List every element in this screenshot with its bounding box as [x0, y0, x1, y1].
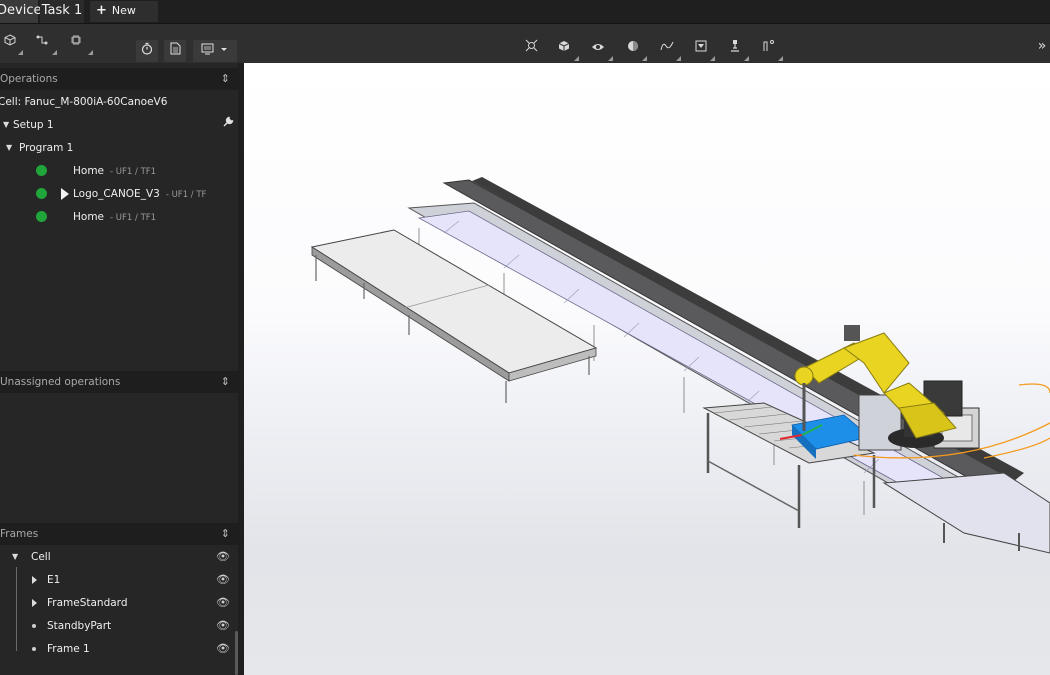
dropdown-corner-indicator — [676, 56, 681, 61]
dropdown-corner-indicator — [778, 56, 783, 61]
main-toolbar: » — [0, 24, 1050, 63]
dropdown-corner-indicator — [88, 50, 93, 55]
chip-icon[interactable] — [66, 32, 86, 52]
operation-row[interactable]: Home - UF1 / TF1 — [0, 161, 238, 181]
section-box-icon[interactable] — [691, 38, 711, 58]
eye-hidden-icon[interactable]: 👁 — [216, 639, 230, 659]
3d-viewport[interactable] — [244, 63, 1050, 675]
operation-label: Home - UF1 / TF1 — [73, 211, 157, 223]
frame-row[interactable]: StandbyPart 👁 — [0, 616, 238, 636]
frame-row[interactable]: Frame 1 👁 — [0, 639, 238, 659]
frame-label: StandbyPart — [47, 620, 112, 632]
monitor-dropdown-button[interactable] — [193, 40, 237, 62]
program-label: Program 1 — [19, 142, 74, 154]
leaf-bullet-icon — [32, 624, 36, 628]
status-ok-icon — [36, 165, 47, 176]
frame-label: FrameStandard — [47, 597, 128, 609]
fit-view-icon[interactable] — [521, 38, 541, 58]
caret-down-icon[interactable]: ▼ — [12, 547, 18, 567]
dropdown-corner-indicator — [642, 56, 647, 61]
status-ok-icon — [36, 211, 47, 222]
plus-icon: + — [96, 3, 107, 18]
pin-icon[interactable]: ⇕ — [221, 68, 230, 90]
frames-tree: ▼ Cell 👁 E1 👁 FrameStandard 👁 StandbyPar… — [0, 545, 238, 675]
setup-row[interactable]: ▼ Setup 1 — [0, 115, 238, 135]
expand-arrow-icon[interactable] — [32, 599, 37, 607]
new-task-button[interactable]: +New task — [90, 1, 158, 37]
operations-tree: Cell: Fanuc_M-800iA-60CanoeV6 ▼ Setup 1 … — [0, 90, 238, 370]
reach-envelope-arc — [1018, 383, 1050, 394]
dropdown-corner-indicator — [574, 56, 579, 61]
reach-envelope-lower — [983, 437, 1050, 459]
expand-arrow-icon[interactable] — [32, 576, 37, 584]
unassigned-header: Unassigned operations ⇕ — [0, 371, 238, 393]
sphere-icon[interactable] — [623, 38, 643, 58]
leaf-bullet-icon — [32, 647, 36, 651]
top-bar: Device Task 1 +New task — [0, 0, 1050, 37]
cube-outline-icon[interactable] — [0, 32, 20, 52]
frame-label: Frame 1 — [47, 643, 90, 655]
operation-label: Home - UF1 / TF1 — [73, 165, 157, 177]
path-nodes-icon[interactable] — [32, 32, 52, 52]
unassigned-title: Unassigned operations — [0, 376, 121, 388]
robot-wrist — [794, 366, 814, 386]
tab-task-1[interactable]: Task 1 — [40, 0, 84, 23]
pin-icon[interactable]: ⇕ — [221, 523, 230, 545]
robot-cell-scene — [310, 177, 1050, 554]
robot-top-motor — [844, 325, 860, 341]
robot-tool-icon[interactable] — [725, 38, 745, 58]
frame-label: E1 — [47, 574, 61, 586]
operation-row[interactable]: Home - UF1 / TF1 — [0, 207, 238, 227]
frame-root-row[interactable]: ▼ Cell 👁 — [0, 547, 238, 567]
dropdown-corner-indicator — [608, 56, 613, 61]
frame-row[interactable]: FrameStandard 👁 — [0, 593, 238, 613]
dropdown-corner-indicator — [18, 50, 23, 55]
program-row[interactable]: ▼ Program 1 — [0, 138, 238, 158]
cell-row[interactable]: Cell: Fanuc_M-800iA-60CanoeV6 — [0, 92, 236, 112]
wrench-icon[interactable] — [222, 115, 234, 135]
eye-hidden-icon[interactable]: 👁 — [216, 547, 230, 567]
tab-device[interactable]: Device — [0, 0, 41, 23]
status-ok-icon — [36, 188, 47, 199]
work-table-brace — [707, 460, 800, 512]
expand-arrow-icon[interactable] — [61, 188, 69, 200]
left-panel: Operations ⇕ Cell: Fanuc_M-800iA-60Canoe… — [0, 63, 244, 675]
cube-solid-icon[interactable] — [554, 38, 574, 58]
operation-row[interactable]: Logo_CANOE_V3- UF1 / TF — [0, 184, 238, 204]
cell-label: Cell: Fanuc_M-800iA-60CanoeV6 — [0, 96, 168, 108]
expand-panel-icon[interactable]: » — [1032, 36, 1050, 56]
operation-label: Logo_CANOE_V3- UF1 / TF — [73, 188, 207, 200]
operations-header: Operations ⇕ — [0, 68, 238, 90]
eye-hidden-icon[interactable]: 👁 — [216, 570, 230, 590]
frames-title: Frames — [0, 528, 39, 540]
caret-down-icon[interactable]: ▼ — [6, 138, 12, 158]
lower-conveyor — [882, 472, 1050, 554]
dropdown-corner-indicator — [744, 56, 749, 61]
document-icon[interactable] — [164, 40, 186, 62]
operations-title: Operations — [0, 73, 58, 85]
pin-icon[interactable]: ⇕ — [221, 371, 230, 393]
frame-row[interactable]: E1 👁 — [0, 570, 238, 590]
frames-header: Frames ⇕ — [0, 523, 238, 545]
eye-icon[interactable] — [588, 38, 608, 58]
eye-hidden-icon[interactable]: 👁 — [216, 593, 230, 613]
stopwatch-icon[interactable] — [136, 40, 158, 62]
frame-root-label: Cell — [31, 551, 51, 563]
measure-icon[interactable] — [759, 38, 779, 58]
monitor-icon — [201, 43, 227, 55]
dropdown-corner-indicator — [52, 50, 57, 55]
setup-label: Setup 1 — [13, 119, 54, 131]
unassigned-list — [0, 393, 238, 521]
caret-down-icon[interactable]: ▼ — [3, 115, 9, 135]
eye-hidden-icon[interactable]: 👁 — [216, 616, 230, 636]
trajectory-icon[interactable] — [657, 38, 677, 58]
dropdown-corner-indicator — [710, 56, 715, 61]
